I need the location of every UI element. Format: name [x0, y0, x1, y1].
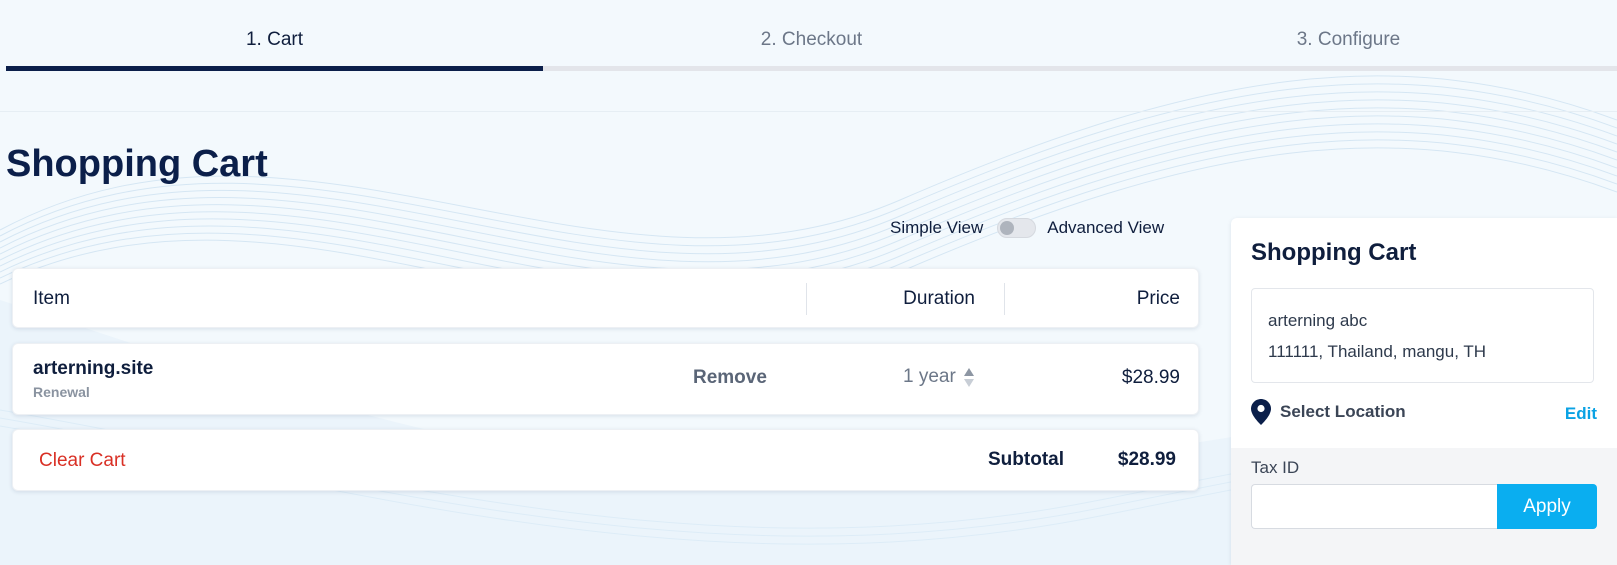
simple-view-label[interactable]: Simple View: [890, 218, 983, 238]
edit-location-link[interactable]: Edit: [1565, 404, 1597, 424]
step-checkout[interactable]: 2. Checkout: [543, 0, 1080, 72]
address-name: arterning abc: [1268, 311, 1368, 330]
step-cart[interactable]: 1. Cart: [6, 0, 543, 72]
tax-id-label: Tax ID: [1251, 458, 1300, 477]
step-progress-bar: [543, 66, 1080, 71]
column-header-duration: Duration: [903, 288, 975, 309]
billing-address-box: arterning abc 111111, Thailand, mangu, T…: [1251, 288, 1594, 383]
tax-id-input[interactable]: [1251, 484, 1497, 529]
stepper-arrows-icon: [963, 367, 974, 387]
summary-title: Shopping Cart: [1251, 239, 1417, 266]
map-pin-icon[interactable]: [1251, 399, 1271, 425]
location-row: Select Location Edit: [1251, 399, 1597, 425]
subtotal-value: $28.99: [1117, 449, 1176, 470]
tax-id-section: Tax ID Apply: [1231, 448, 1617, 565]
column-header-price: Price: [1136, 288, 1180, 309]
clear-cart-button[interactable]: Clear Cart: [39, 450, 126, 472]
view-toggle: Simple View Advanced View: [890, 218, 1164, 238]
select-location-label[interactable]: Select Location: [1280, 402, 1406, 422]
cart-item-row: arterning.site Renewal Remove 1 year $28…: [12, 343, 1199, 415]
cart-table-header: Item Duration Price: [12, 268, 1199, 328]
remove-button[interactable]: Remove: [693, 367, 767, 389]
advanced-view-label[interactable]: Advanced View: [1047, 218, 1164, 238]
step-progress-bar: [1080, 66, 1617, 71]
step-progress-bar: [6, 66, 543, 71]
column-header-item: Item: [33, 288, 70, 309]
page-title: Shopping Cart: [6, 143, 268, 185]
divider: [0, 111, 1617, 112]
apply-button[interactable]: Apply: [1497, 484, 1597, 529]
step-label: 1. Cart: [245, 29, 304, 50]
order-summary-panel: Shopping Cart arterning abc 111111, Thai…: [1231, 218, 1617, 565]
step-label: 2. Checkout: [760, 29, 863, 50]
view-toggle-switch[interactable]: [997, 218, 1037, 238]
toggle-knob: [1000, 221, 1015, 235]
cart-totals-row: Clear Cart Subtotal $28.99: [12, 429, 1199, 491]
item-price: $28.99: [1121, 367, 1180, 388]
item-name: arterning.site: [33, 358, 154, 379]
duration-select[interactable]: 1 year: [903, 366, 974, 388]
checkout-stepper: 1. Cart 2. Checkout 3. Configure: [6, 0, 1617, 72]
item-type: Renewal: [33, 384, 90, 400]
step-label: 3. Configure: [1296, 29, 1401, 50]
duration-value: 1 year: [903, 366, 956, 387]
column-divider: [1004, 283, 1005, 315]
address-line: 111111, Thailand, mangu, TH: [1268, 342, 1486, 361]
subtotal-label: Subtotal: [988, 449, 1064, 470]
step-configure[interactable]: 3. Configure: [1080, 0, 1617, 72]
column-divider: [806, 283, 807, 315]
